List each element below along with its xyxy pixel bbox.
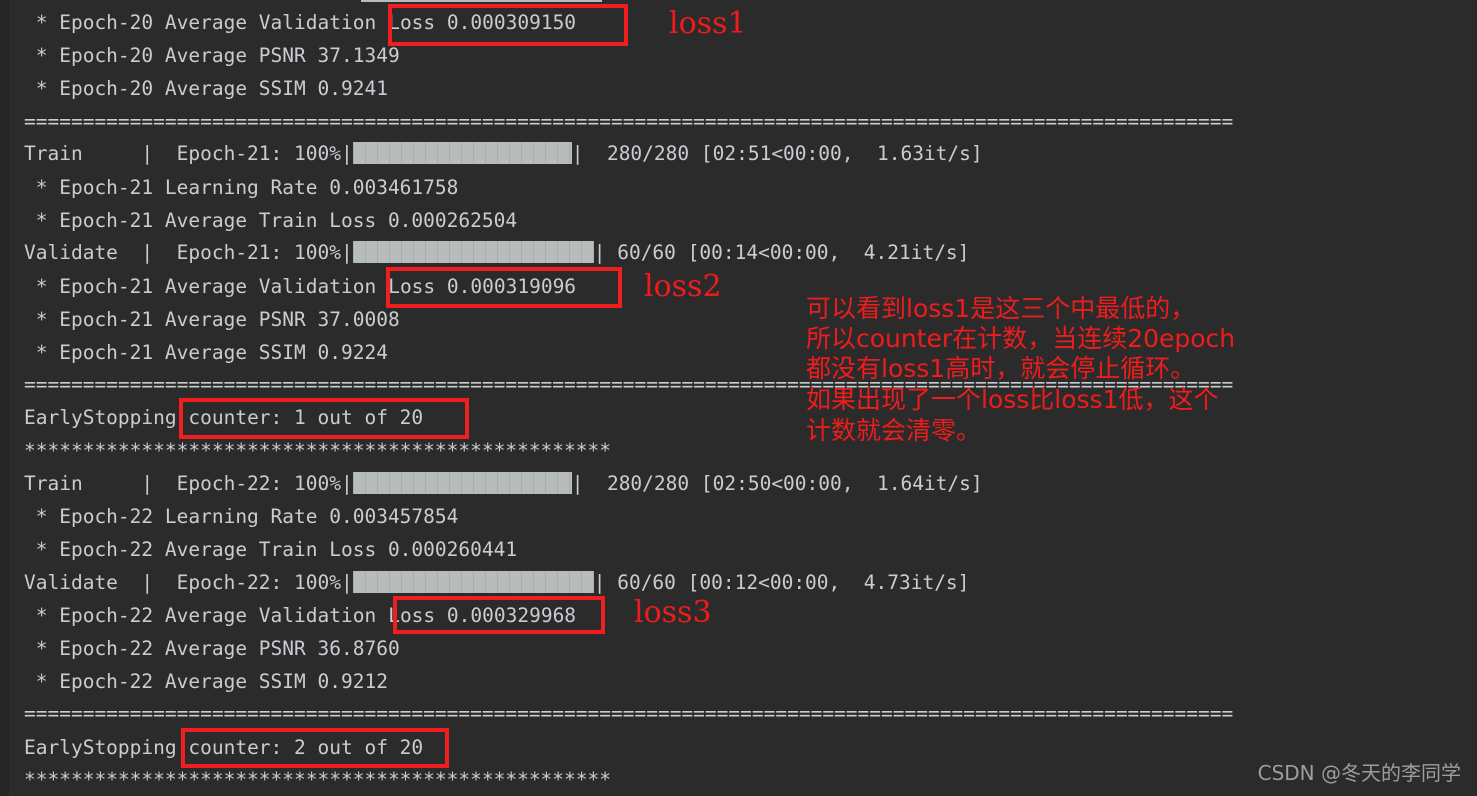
log-text-e20-val-loss-prefix: * Epoch-20 Average Validation xyxy=(24,11,377,34)
log-text-e21-train-suffix: | 280/280 [02:51<00:00, 1.63it/s] xyxy=(571,142,983,165)
log-text-e22-train-suffix: | 280/280 [02:50<00:00, 1.64it/s] xyxy=(571,472,983,495)
log-line-e21-lr: * Epoch-21 Learning Rate 0.003461758 xyxy=(24,176,459,199)
log-text-e20-val-loss-value: Loss 0.000309150 xyxy=(388,11,577,34)
console-output: * Epoch-20 Average Validation Loss 0.0003… xyxy=(0,0,1477,796)
annotation-note-line-5: 计数就会清零。 xyxy=(806,416,982,445)
log-line-e21-psnr: * Epoch-21 Average PSNR 37.0008 xyxy=(24,308,400,331)
progress-bar-validate-e21 xyxy=(352,241,594,263)
log-line-e22-val-loss: * Epoch-22 Average Validation Loss 0.0003… xyxy=(24,599,576,632)
log-text-e21-train-prefix: Train | Epoch-21: 100%| xyxy=(24,142,353,165)
log-text-e21-val-prefix: Validate | Epoch-21: 100%| xyxy=(24,241,353,264)
log-line-e22-validate: Validate | Epoch-22: 100%| | 60/60 [00:12… xyxy=(24,566,969,599)
log-line-e20-ssim: * Epoch-20 Average SSIM 0.9241 xyxy=(24,77,388,100)
log-text-earlystopping-1-counter: counter: 1 out of 20 xyxy=(176,406,424,429)
log-text-e21-val-loss-prefix: * Epoch-21 Average Validation xyxy=(24,275,377,298)
log-line-e22-psnr: * Epoch-22 Average PSNR 36.8760 xyxy=(24,637,400,660)
progress-bar-cut-top xyxy=(361,0,602,2)
log-text-earlystopping-2-counter: counter: 2 out of 20 xyxy=(176,736,424,759)
log-text-e22-val-suffix: | 60/60 [00:12<00:00, 4.73it/s] xyxy=(593,571,970,594)
annotation-label-loss3: loss3 xyxy=(634,595,712,630)
annotation-note-line-4: 如果出现了一个loss比loss1低，这个 xyxy=(806,385,1219,414)
annotation-note-line-1: 可以看到loss1是这三个中最低的， xyxy=(806,294,1196,323)
log-text-e21-val-loss-value: Loss 0.000319096 xyxy=(388,275,577,298)
log-text-e22-val-prefix: Validate | Epoch-22: 100%| xyxy=(24,571,353,594)
annotation-label-loss2: loss2 xyxy=(644,269,722,304)
log-line-earlystopping-1: EarlyStopping counter: 1 out of 20 xyxy=(24,401,423,434)
log-text-e21-val-suffix: | 60/60 [00:14<00:00, 4.21it/s] xyxy=(593,241,970,264)
log-line-e21-validate: Validate | Epoch-21: 100%| | 60/60 [00:14… xyxy=(24,236,969,269)
log-line-e22-ssim: * Epoch-22 Average SSIM 0.9212 xyxy=(24,670,388,693)
log-text-e22-val-loss-prefix: * Epoch-22 Average Validation xyxy=(24,604,377,627)
log-line-e21-ssim: * Epoch-21 Average SSIM 0.9224 xyxy=(24,341,388,364)
log-line-e22-lr: * Epoch-22 Learning Rate 0.003457854 xyxy=(24,505,459,528)
separator-stars-2: ****************************************… xyxy=(24,768,611,791)
log-line-e21-train-loss: * Epoch-21 Average Train Loss 0.00026250… xyxy=(24,209,518,232)
terminal-screenshot: * Epoch-20 Average Validation Loss 0.0003… xyxy=(0,0,1477,796)
log-text-earlystopping-1-prefix: EarlyStopping xyxy=(24,406,177,429)
separator-equals-3: ========================================… xyxy=(24,702,1234,725)
annotation-note-line-2: 所以counter在计数，当连续20epoch xyxy=(806,324,1236,353)
log-line-e20-val-loss: * Epoch-20 Average Validation Loss 0.0003… xyxy=(24,6,576,39)
log-line-e21-train: Train | Epoch-21: 100%| | 280/280 [02:51<… xyxy=(24,137,983,170)
csdn-watermark: CSDN @冬天的李同学 xyxy=(1257,761,1461,785)
separator-equals-1: ========================================… xyxy=(24,110,1234,133)
separator-stars-1: ****************************************… xyxy=(24,439,611,462)
log-line-e21-val-loss: * Epoch-21 Average Validation Loss 0.0003… xyxy=(24,270,576,303)
log-text-e22-val-loss-value: Loss 0.000329968 xyxy=(388,604,577,627)
log-line-e22-train: Train | Epoch-22: 100%| | 280/280 [02:50<… xyxy=(24,467,983,500)
progress-bar-validate-e22 xyxy=(352,571,594,593)
log-line-e22-train-loss: * Epoch-22 Average Train Loss 0.00026044… xyxy=(24,538,518,561)
log-text-e22-train-prefix: Train | Epoch-22: 100%| xyxy=(24,472,353,495)
annotation-note-line-3: 都没有loss1高时，就会停止循环。 xyxy=(806,354,1196,383)
progress-bar-train-e21 xyxy=(352,142,572,164)
log-text-earlystopping-2-prefix: EarlyStopping xyxy=(24,736,177,759)
progress-bar-train-e22 xyxy=(352,472,572,494)
annotation-label-loss1: loss1 xyxy=(669,6,747,41)
log-line-e20-psnr: * Epoch-20 Average PSNR 37.1349 xyxy=(24,44,400,67)
log-line-earlystopping-2: EarlyStopping counter: 2 out of 20 xyxy=(24,731,423,764)
